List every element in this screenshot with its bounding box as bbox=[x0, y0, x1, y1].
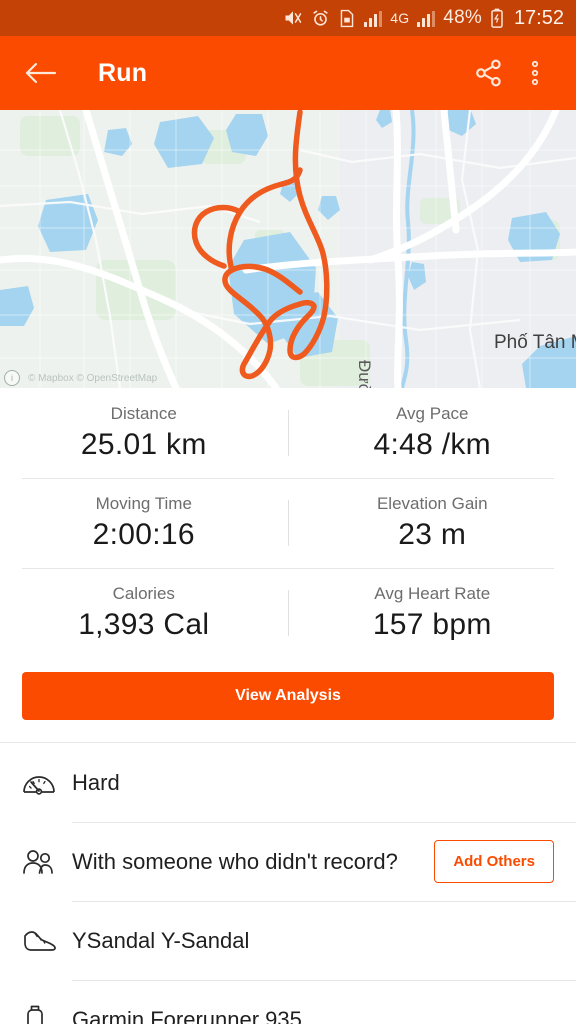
people-icon bbox=[22, 848, 72, 876]
view-analysis-container: View Analysis bbox=[0, 664, 576, 743]
stat-value: 4:48 /km bbox=[373, 428, 491, 461]
row-label: Garmin Forerunner 935 bbox=[72, 1006, 302, 1024]
map-label-place-1: Phố Tân M bbox=[494, 332, 576, 353]
stat-label: Calories bbox=[112, 584, 175, 603]
stat-row: Moving Time 2:00:16 Elevation Gain 23 m bbox=[0, 478, 576, 568]
status-bar: 4G 48% 17:52 bbox=[0, 0, 576, 36]
stat-value: 157 bpm bbox=[372, 608, 492, 641]
stat-value: 23 m bbox=[398, 518, 467, 551]
share-icon[interactable] bbox=[466, 50, 512, 96]
signal-icon bbox=[364, 10, 383, 27]
battery-icon bbox=[490, 8, 504, 28]
row-label: With someone who didn't record? bbox=[72, 848, 398, 874]
activity-detail-screen: 4G 48% 17:52 Run Phố Tân i © Mapbox © Op… bbox=[0, 0, 576, 1024]
row-label: YSandal Y-Sandal bbox=[72, 927, 250, 953]
stat-value: 2:00:16 bbox=[92, 518, 195, 551]
stat-label: Distance bbox=[110, 404, 177, 423]
row-device[interactable]: Garmin Forerunner 935 bbox=[0, 980, 576, 1024]
stat-distance: Distance 25.01 km bbox=[0, 388, 288, 478]
route-map[interactable]: Phố Tân M HOÀN Đường Giải Phón i © Mapbo… bbox=[0, 110, 576, 388]
signal-icon-2 bbox=[417, 10, 436, 27]
clock: 17:52 bbox=[513, 6, 564, 29]
stats-grid: Distance 25.01 km Avg Pace 4:48 /km Movi… bbox=[0, 388, 576, 664]
sim-card-icon bbox=[338, 9, 356, 28]
stat-label: Avg Pace bbox=[396, 404, 469, 423]
row-label: Hard bbox=[72, 769, 120, 795]
stat-label: Moving Time bbox=[95, 494, 192, 513]
stat-avg-pace: Avg Pace 4:48 /km bbox=[289, 388, 576, 478]
view-analysis-button[interactable]: View Analysis bbox=[22, 672, 554, 720]
watch-icon bbox=[22, 1003, 72, 1024]
add-others-button[interactable]: Add Others bbox=[434, 840, 554, 883]
stat-avg-heart-rate: Avg Heart Rate 157 bpm bbox=[289, 568, 576, 658]
stat-moving-time: Moving Time 2:00:16 bbox=[0, 478, 288, 568]
map-label-street: Đường Giải Phón bbox=[354, 360, 374, 388]
row-perceived-exertion[interactable]: Hard bbox=[0, 743, 576, 822]
row-add-others[interactable]: With someone who didn't record? Add Othe… bbox=[0, 822, 576, 901]
network-4g-icon: 4G bbox=[390, 10, 410, 26]
gauge-icon bbox=[22, 770, 72, 796]
stat-elevation-gain: Elevation Gain 23 m bbox=[289, 478, 576, 568]
back-arrow-icon[interactable] bbox=[18, 50, 64, 96]
stat-value: 1,393 Cal bbox=[78, 608, 210, 641]
row-gear-shoes[interactable]: YSandal Y-Sandal bbox=[0, 901, 576, 980]
stat-row: Distance 25.01 km Avg Pace 4:48 /km bbox=[0, 388, 576, 478]
stat-calories: Calories 1,393 Cal bbox=[0, 568, 288, 658]
mute-icon bbox=[283, 8, 303, 28]
map-info-badge[interactable]: i bbox=[4, 370, 20, 386]
stat-row: Calories 1,393 Cal Avg Heart Rate 157 bp… bbox=[0, 568, 576, 658]
stat-label: Avg Heart Rate bbox=[374, 584, 491, 603]
app-bar: Run bbox=[0, 36, 576, 110]
overflow-menu-icon[interactable] bbox=[512, 50, 558, 96]
map-attribution: © Mapbox © OpenStreetMap bbox=[28, 373, 158, 384]
map-canvas bbox=[0, 110, 576, 388]
alarm-icon bbox=[311, 9, 330, 28]
shoe-icon bbox=[22, 928, 72, 954]
stat-label: Elevation Gain bbox=[376, 494, 488, 513]
stat-value: 25.01 km bbox=[80, 428, 207, 461]
battery-percent-label: 48% bbox=[443, 7, 482, 28]
page-title: Run bbox=[98, 58, 148, 87]
